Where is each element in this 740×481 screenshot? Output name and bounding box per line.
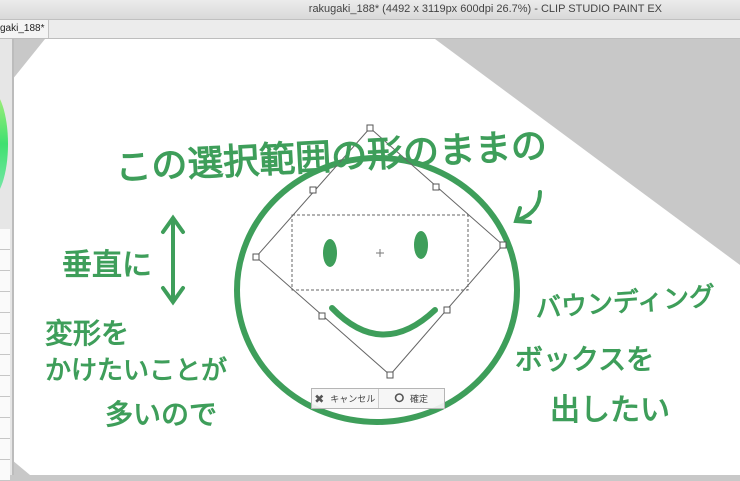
note-right-2: ボックスを xyxy=(515,343,655,376)
handle[interactable] xyxy=(318,312,326,320)
transform-bar: ✖ キャンセル ⭘ 確定 xyxy=(311,388,445,409)
confirm-button[interactable]: ⭘ 確定 xyxy=(377,389,445,408)
handle[interactable] xyxy=(432,183,440,191)
note-left-1: 変形を xyxy=(45,317,130,350)
right-eye xyxy=(414,231,428,259)
handle[interactable] xyxy=(499,241,507,249)
handle[interactable] xyxy=(386,371,394,379)
x-icon: ✖ xyxy=(314,391,325,406)
handle[interactable] xyxy=(252,253,260,261)
note-left-3: 多いので xyxy=(105,398,218,431)
circle-icon: ⭘ xyxy=(394,391,405,405)
color-wheel[interactable] xyxy=(0,89,8,199)
layer-list[interactable] xyxy=(0,229,10,481)
left-panel xyxy=(0,39,14,481)
note-vertical: 垂直に xyxy=(62,248,152,283)
note-left-2: かけたいことが xyxy=(45,356,228,386)
cancel-button[interactable]: ✖ キャンセル xyxy=(312,389,378,408)
note-right-3: 出したい xyxy=(550,393,670,428)
handle[interactable] xyxy=(309,186,317,194)
handle[interactable] xyxy=(443,306,451,314)
left-eye xyxy=(323,239,337,267)
